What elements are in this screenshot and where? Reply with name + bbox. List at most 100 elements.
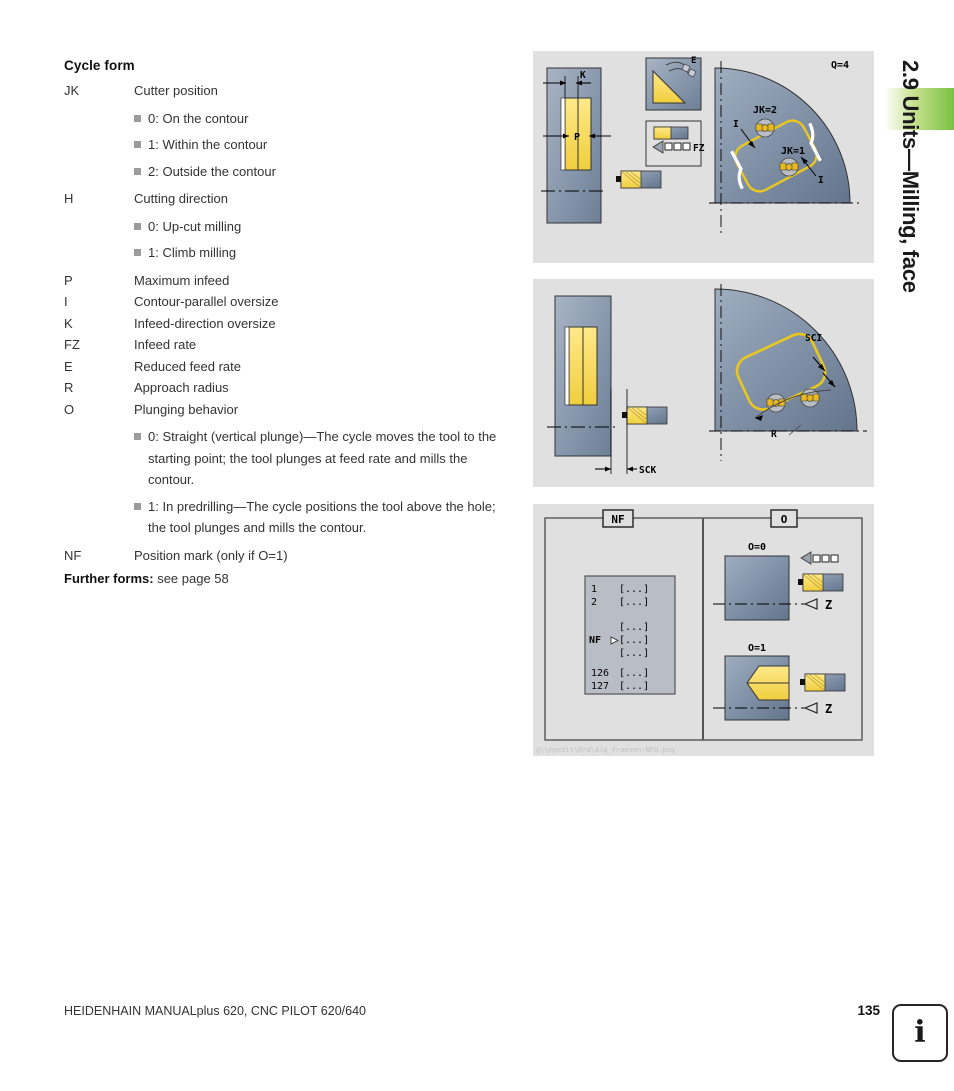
nf-list-value: [...]	[619, 668, 649, 679]
param-description: Reduced feed rate	[134, 358, 241, 374]
nf-list-number: 2	[591, 597, 597, 608]
axis-label-z-top: Z	[825, 598, 832, 612]
list-item: 0: Up-cut milling	[134, 216, 514, 238]
further-forms-value: see page 58	[157, 571, 229, 586]
side-view-group: SCK	[547, 295, 668, 476]
param-row-nf: NF Position mark (only if O=1)	[64, 545, 514, 567]
plunge-predrill-group: O=1 Z	[713, 643, 846, 721]
param-key: K	[64, 315, 73, 331]
jk-option-list: 0: On the contour 1: Within the contour …	[64, 108, 514, 183]
param-key: R	[64, 380, 74, 395]
param-description: Cutting direction	[134, 191, 228, 206]
list-item-label: 0: Straight (vertical plunge)—The cycle …	[148, 429, 497, 487]
side-view-group: K P	[541, 67, 662, 224]
list-item-label: 0: Up-cut milling	[148, 218, 242, 234]
figure-2-svg: SCK R SCI	[547, 284, 867, 476]
param-key: NF	[64, 547, 82, 563]
figure-1-svg: K P E FZ I I JK=2 JK=1 Q=4	[541, 56, 863, 233]
nf-list-box: 1 [...] 2 [...] [...] [...] [...] NF 126…	[584, 575, 676, 695]
figure-position-mark-diagram: NF O 1 [...] 2 [...] [...] [...] [...] N…	[533, 504, 874, 756]
list-item: 0: Straight (vertical plunge)—The cycle …	[134, 426, 514, 491]
param-row-fz: FZ Infeed rate	[64, 334, 514, 356]
face-view-group: I I JK=2 JK=1 Q=4	[709, 60, 863, 233]
further-forms-line: Further forms: see page 58	[64, 568, 514, 590]
nf-list-value: [...]	[619, 584, 649, 595]
info-icon: i	[892, 1004, 948, 1062]
h-option-list: 0: Up-cut milling 1: Climb milling	[64, 216, 514, 264]
param-key: P	[64, 272, 73, 288]
param-row-jk: JK Cutter position	[64, 80, 514, 102]
cutter-symbol	[779, 157, 799, 177]
label-jk2: JK=2	[753, 105, 777, 116]
nf-marker-label: NF	[589, 635, 601, 646]
panel-title-o: O	[781, 513, 788, 526]
bullet-square-icon	[134, 114, 141, 122]
param-description: Maximum infeed	[134, 272, 230, 288]
nf-list-number: 126	[591, 668, 609, 679]
nf-list-value: [...]	[619, 648, 649, 659]
footer-product-name: HEIDENHAIN MANUALplus 620, CNC PILOT 620…	[64, 1004, 366, 1018]
param-row-p: P Maximum infeed	[64, 270, 514, 292]
content-column: Cycle form JK Cutter position 0: On the …	[64, 58, 514, 590]
param-description: Cutter position	[134, 83, 218, 98]
list-item-label: 1: Climb milling	[148, 245, 237, 260]
label-e: E	[691, 56, 696, 66]
inset-reduced-feed: E	[645, 56, 702, 111]
label-sci: SCI	[805, 333, 822, 344]
list-item-label: 1: In predrilling—The cycle positions th…	[148, 498, 496, 536]
param-description: Plunging behavior	[134, 401, 239, 417]
param-key: JK	[64, 83, 80, 98]
face-view-group: R SCI	[709, 284, 867, 461]
param-description: Contour-parallel oversize	[134, 294, 279, 309]
figure-3-svg: NF O 1 [...] 2 [...] [...] [...] [...] N…	[536, 509, 863, 754]
bullet-square-icon	[134, 433, 141, 440]
param-key: O	[64, 401, 75, 417]
list-item: 2: Outside the contour	[134, 161, 514, 183]
page-title: Cycle form	[64, 58, 135, 73]
param-row-o: O Plunging behavior	[64, 399, 514, 421]
nf-list-value: [...]	[619, 622, 649, 633]
plunge-straight-group: O=0 Z	[713, 542, 844, 621]
chapter-title-text: 2.9 Units—Milling, face	[898, 60, 923, 293]
list-item-label: 1: Within the contour	[148, 137, 268, 152]
param-description: Infeed-direction oversize	[134, 315, 276, 331]
list-item: 0: On the contour	[134, 108, 514, 130]
figure-approach-radius-diagram: SCK R SCI	[533, 279, 874, 487]
param-row-i: I Contour-parallel oversize	[64, 291, 514, 313]
page-number: 135	[857, 1003, 880, 1018]
label-fz: FZ	[693, 143, 705, 154]
label-i-upper: I	[733, 119, 739, 130]
param-description: Infeed rate	[134, 337, 197, 352]
label-p: P	[574, 132, 580, 143]
bullet-square-icon	[134, 249, 141, 256]
label-o-zero: O=0	[748, 542, 766, 553]
param-row-k: K Infeed-direction oversize	[64, 313, 514, 335]
label-jk1: JK=1	[781, 146, 805, 157]
list-item: 1: In predrilling—The cycle positions th…	[134, 496, 514, 539]
info-icon-glyph: i	[914, 1015, 926, 1050]
bullet-square-icon	[134, 167, 141, 175]
param-key: E	[64, 358, 73, 374]
label-o-one: O=1	[748, 643, 766, 654]
param-description: Position mark (only if O=1)	[134, 547, 288, 563]
figure-cutter-position-diagram: K P E FZ I I JK=2 JK=1 Q=4	[533, 51, 874, 263]
label-quadrant: Q=4	[831, 60, 849, 71]
label-i-lower: I	[818, 175, 824, 186]
label-sck: SCK	[639, 465, 656, 476]
nf-list-value: [...]	[619, 681, 649, 692]
nf-list-value: [...]	[619, 635, 649, 646]
chapter-title: 2.9 Units—Milling, face	[888, 60, 932, 390]
bullet-square-icon	[134, 222, 141, 230]
param-key: H	[64, 191, 74, 206]
nf-list-number: 1	[591, 584, 597, 595]
inset-infeed-rate: FZ	[645, 120, 705, 167]
nf-list-number: 127	[591, 681, 609, 692]
further-forms-label: Further forms:	[64, 571, 154, 586]
param-key: FZ	[64, 337, 80, 352]
param-key: I	[64, 294, 68, 309]
list-item-label: 0: On the contour	[148, 110, 249, 126]
param-row-r: R Approach radius	[64, 377, 514, 399]
param-description: Approach radius	[134, 380, 229, 395]
label-k: K	[580, 70, 586, 81]
bullet-square-icon	[134, 141, 141, 148]
